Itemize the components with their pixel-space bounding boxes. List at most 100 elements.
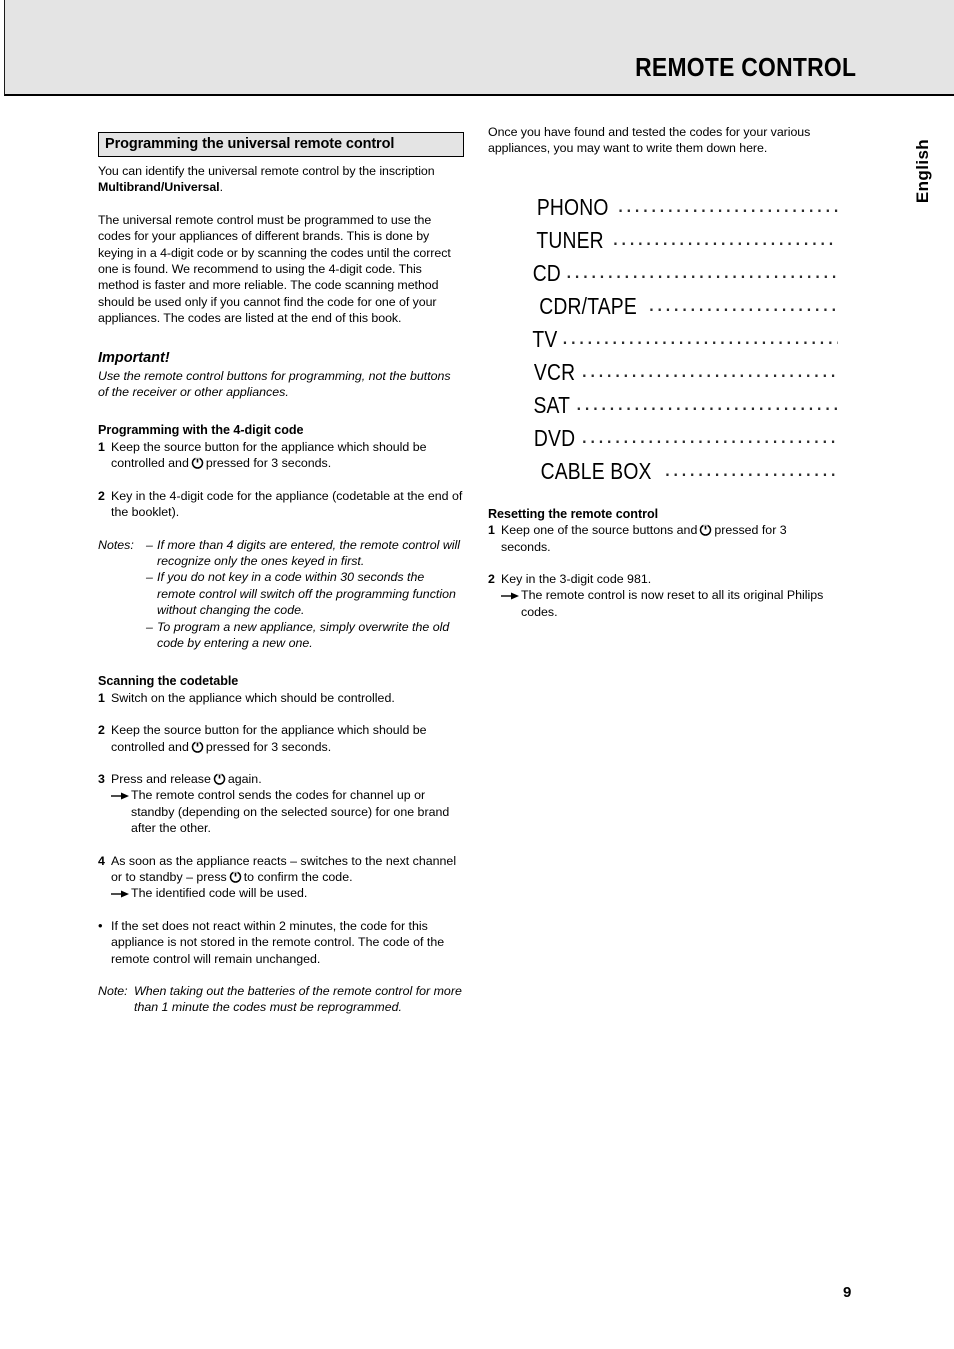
notes-block: Notes: – If more than 4 digits are enter… [98, 537, 464, 652]
note-item: – If you do not key in a code within 30 … [146, 569, 464, 618]
step-result: The remote control is now reset to all i… [488, 587, 838, 620]
step-text: Key in the 3-digit code 981. [501, 572, 652, 587]
step-item: 1 Switch on the appliance which should b… [98, 690, 464, 706]
appliance-label: TV [532, 325, 558, 352]
note-dash: – [146, 570, 153, 585]
heading-resetting: Resetting the remote control [488, 506, 659, 521]
step-item: 2 Keep the source button for the applian… [98, 722, 464, 755]
appliance-row: CDR/TAPE ...............................… [530, 290, 838, 323]
step-result-text: The remote control is now reset to all i… [521, 588, 824, 619]
note-text: To program a new appliance, simply overw… [157, 619, 450, 650]
appliance-label: CDR/TAPE [539, 292, 637, 319]
step-text: Key in the 4-digit code for the applianc… [111, 488, 463, 520]
step-result-text: The identified code will be used. [131, 886, 308, 901]
leader-dots: ........................................… [617, 190, 838, 217]
power-icon [699, 523, 712, 536]
appliance-row: CD .....................................… [530, 257, 838, 290]
step-text-before: Press and release [111, 771, 211, 786]
bullet-item: • If the set does not react within 2 min… [98, 918, 464, 967]
intro-p1-bold: Multibrand/Universal [98, 180, 220, 195]
leader-dots: ........................................… [612, 223, 838, 250]
appliance-row: CABLE BOX ..............................… [530, 455, 838, 488]
appliance-label: CABLE BOX [540, 457, 652, 484]
intro-p1-part-a: You can identify the universal remote co… [98, 164, 435, 178]
step-result-text: The remote control sends the codes for c… [131, 788, 450, 836]
language-tab: English [892, 124, 954, 218]
note-item: – If more than 4 digits are entered, the… [146, 537, 464, 570]
step-item: 1 Keep one of the source buttons and pres… [488, 522, 838, 555]
leader-dots: ........................................… [581, 421, 838, 448]
notes-label: Notes: [98, 537, 134, 552]
appliance-row: SAT ....................................… [530, 389, 838, 422]
step-text-after: to confirm the code. [243, 870, 353, 884]
appliance-label: DVD [533, 424, 576, 451]
important-heading: Important! [98, 349, 170, 366]
appliance-row: VCR ....................................… [530, 356, 838, 389]
note-dash: – [146, 619, 153, 634]
step-number: 2 [98, 488, 105, 503]
step-text: Press and release again. [111, 771, 464, 787]
step-text: Keep the source button for the appliance… [111, 722, 464, 755]
step-text: Keep one of the source buttons and presse… [501, 522, 838, 555]
appliance-row: TUNER ..................................… [530, 224, 838, 257]
arrow-right-icon [111, 787, 131, 803]
power-icon [229, 870, 242, 883]
step-number: 1 [488, 523, 495, 538]
power-icon [191, 456, 204, 470]
arrow-right-icon [501, 587, 521, 603]
important-text: Use the remote control buttons for progr… [98, 368, 451, 400]
step-number: 1 [98, 439, 105, 454]
step-number: 2 [488, 572, 495, 587]
arrow-right-icon [111, 885, 131, 901]
appliance-code-list: PHONO ..................................… [530, 191, 838, 488]
note-text: If you do not key in a code within 30 se… [157, 570, 456, 618]
page-title: REMOTE CONTROL [634, 52, 856, 82]
appliance-label: SAT [533, 391, 571, 418]
step-number: 2 [98, 723, 105, 738]
step-text-after: again. [227, 771, 262, 786]
leader-dots: ........................................… [664, 454, 838, 481]
reset-section: Resetting the remote control 1 Keep one … [488, 506, 838, 620]
appliance-label: TUNER [536, 226, 604, 253]
step-text-before: Keep one of the source buttons and [501, 523, 698, 538]
step-text: As soon as the appliance reacts – switch… [111, 853, 464, 886]
note-text: If more than 4 digits are entered, the r… [157, 537, 461, 568]
final-note: Note: When taking out the batteries of t… [98, 983, 464, 1016]
step-number: 4 [98, 853, 105, 868]
step-text-after: pressed for 3 seconds. [205, 456, 332, 471]
appliance-label: PHONO [536, 193, 609, 220]
step-text-after: pressed for 3 seconds. [205, 739, 332, 754]
step-number: 1 [98, 690, 105, 705]
note-dash: – [146, 537, 153, 552]
step-text: Switch on the appliance which should be … [111, 690, 395, 705]
right-column: Once you have found and tested the codes… [488, 124, 838, 620]
right-intro-paragraph: Once you have found and tested the codes… [488, 125, 811, 156]
appliance-label: CD [532, 259, 561, 286]
leader-dots: ........................................… [648, 289, 838, 316]
note-item: – To program a new appliance, simply ove… [146, 619, 464, 652]
left-column: Programming the universal remote control… [98, 132, 464, 1016]
leader-dots: ........................................… [561, 322, 838, 349]
section-heading-programming: Programming the universal remote control [98, 132, 464, 157]
step-item: 3 Press and release again. [98, 771, 464, 787]
step-number: 3 [98, 771, 105, 786]
power-icon [191, 740, 204, 753]
page-number: 9 [843, 1284, 852, 1301]
appliance-row: DVD ....................................… [530, 422, 838, 455]
bullet-text: If the set does not react within 2 minut… [111, 918, 445, 966]
intro-paragraph-1: You can identify the universal remote co… [98, 163, 464, 196]
leader-dots: ........................................… [565, 256, 838, 283]
step-result: The identified code will be used. [98, 885, 464, 901]
step-item: 2 Key in the 3-digit code 981. [488, 571, 838, 587]
page-header-band: REMOTE CONTROL [4, 0, 954, 96]
step-text: Keep the source button for the appliance… [111, 439, 464, 472]
notes-list: – If more than 4 digits are entered, the… [146, 537, 464, 652]
step-result: The remote control sends the codes for c… [98, 787, 464, 836]
heading-scanning-codetable: Scanning the codetable [98, 674, 239, 689]
appliance-label: VCR [533, 358, 576, 385]
step-item: 1 Keep the source button for the applian… [98, 439, 464, 472]
appliance-row: PHONO ..................................… [530, 191, 838, 224]
leader-dots: ........................................… [575, 388, 838, 415]
language-tab-label: English [913, 138, 932, 204]
power-icon [213, 772, 226, 785]
